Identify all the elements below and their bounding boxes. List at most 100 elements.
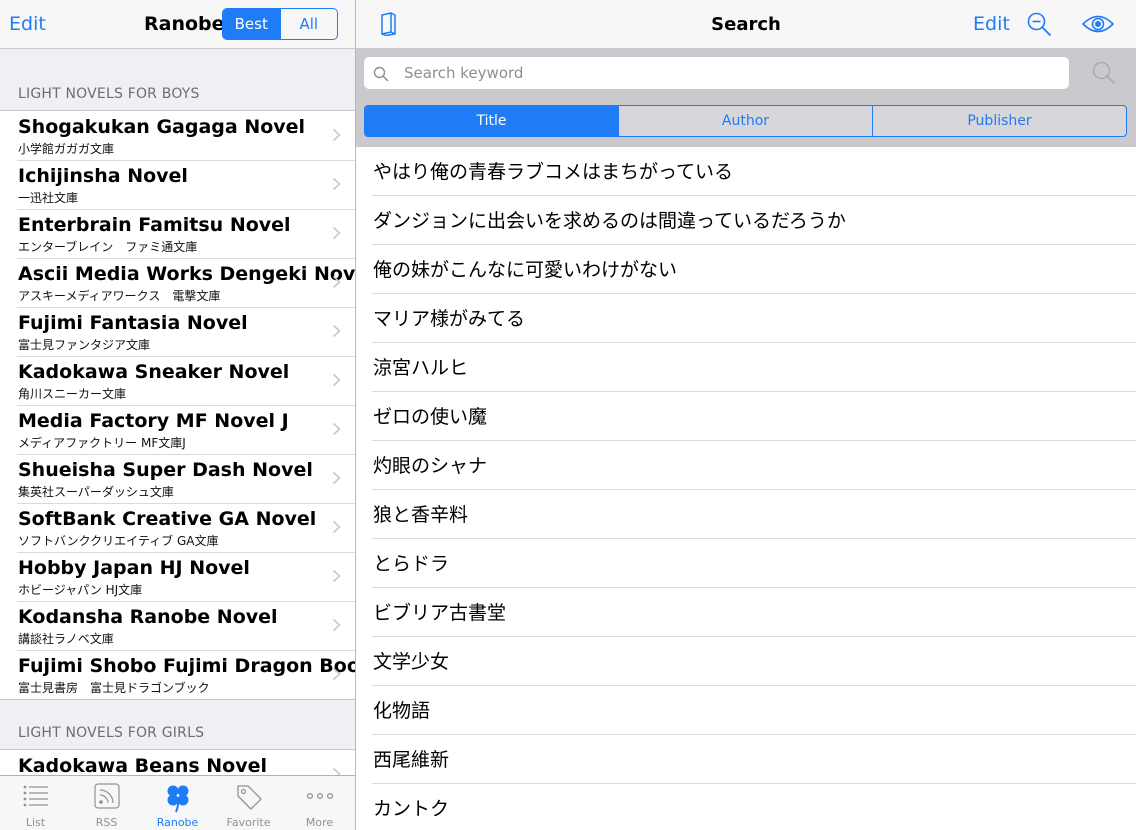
chevron-right-icon [332, 128, 341, 142]
search-result-title: ゼロの使い魔 [373, 406, 488, 428]
search-result-row[interactable]: 化物語 [356, 686, 1136, 735]
tab-label-list: List [25, 816, 46, 829]
chevron-right-icon [332, 618, 341, 632]
novel-item-subtitle: 講談社ラノベ文庫 [18, 632, 114, 646]
tab-label-ranobe: Ranobe [156, 816, 199, 829]
novel-list-item[interactable]: SoftBank Creative GA Novel ソフトバンククリエイティブ … [0, 503, 355, 552]
novel-list-item[interactable]: Fujimi Fantasia Novel 富士見ファンタジア文庫 [0, 307, 355, 356]
right-navigation-bar: Search Edit [356, 0, 1136, 49]
zoom-out-icon[interactable] [1026, 11, 1052, 37]
search-result-row[interactable]: 俺の妹がこんなに可愛いわけがない [356, 245, 1136, 294]
search-result-row[interactable]: ビブリア古書堂 [356, 588, 1136, 637]
segment-title[interactable]: Title [365, 106, 618, 136]
boys-novel-list: Shogakukan Gagaga Novel 小学館ガガガ文庫 Ichijinsh… [0, 110, 355, 700]
segment-best[interactable]: Best [223, 9, 280, 39]
search-result-row[interactable]: 灼眼のシャナ [356, 441, 1136, 490]
clover-icon [167, 785, 188, 813]
search-result-row[interactable]: 狼と香辛料 [356, 490, 1136, 539]
novel-item-title: Shueisha Super Dash Novel [18, 459, 313, 481]
search-result-row[interactable]: カントク [356, 784, 1136, 830]
search-placeholder: Search keyword [404, 64, 524, 82]
section-header-boys: LIGHT NOVELS FOR BOYS [18, 86, 200, 102]
eye-icon[interactable] [1082, 13, 1114, 35]
novel-item-subtitle: アスキーメディアワークス 電撃文庫 [18, 289, 221, 303]
left-nav-title: Ranobe [144, 13, 225, 35]
novel-list-item[interactable]: Hobby Japan HJ Novel ホビージャパン HJ文庫 [0, 552, 355, 601]
search-result-title: ビブリア古書堂 [373, 602, 507, 624]
search-result-row[interactable]: やはり俺の青春ラブコメはまちがっている [356, 147, 1136, 196]
search-result-row[interactable]: ゼロの使い魔 [356, 392, 1136, 441]
segment-author[interactable]: Author [618, 106, 872, 136]
tab-bar: List RSS Ranobe Favorite More [0, 775, 355, 830]
novel-item-title: Kadokawa Beans Novel [18, 755, 268, 777]
novel-item-title: Fujimi Shobo Fujimi Dragon Book [18, 655, 355, 677]
search-result-title: カントク [373, 798, 450, 820]
right-edit-button[interactable]: Edit [973, 13, 1010, 35]
left-edit-button[interactable]: Edit [9, 13, 46, 35]
chevron-right-icon [332, 471, 341, 485]
chevron-right-icon [332, 422, 341, 436]
tab-favorite[interactable]: Favorite [213, 776, 284, 830]
novel-item-title: Ichijinsha Novel [18, 165, 188, 187]
novel-item-title: Shogakukan Gagaga Novel [18, 116, 306, 138]
left-navigation-bar: Edit Ranobe Best All [0, 0, 355, 49]
novel-list-item[interactable]: Ascii Media Works Dengeki Novel アスキーメディアワ… [0, 258, 355, 307]
search-result-row[interactable]: 文学少女 [356, 637, 1136, 686]
search-area: Search keyword Title Author Publisher [356, 49, 1136, 147]
novel-list-item[interactable]: Shogakukan Gagaga Novel 小学館ガガガ文庫 [0, 111, 355, 160]
novel-item-title: SoftBank Creative GA Novel [18, 508, 317, 530]
novel-item-subtitle: 小学館ガガガ文庫 [18, 142, 115, 156]
tab-label-favorite: Favorite [226, 816, 271, 829]
tab-more[interactable]: More [284, 776, 355, 830]
tab-label-rss: RSS [95, 816, 118, 829]
novel-list-item[interactable]: Media Factory MF Novel J メディアファクトリー MF文庫J [0, 405, 355, 454]
search-result-title: ダンジョンに出会いを求めるのは間違っているだろうか [373, 210, 846, 232]
segment-publisher[interactable]: Publisher [872, 106, 1126, 136]
search-result-title: やはり俺の青春ラブコメはまちがっている [373, 161, 734, 183]
search-scope-segmented-control: Title Author Publisher [364, 105, 1127, 137]
search-result-title: とらドラ [373, 553, 450, 575]
novel-item-title: Media Factory MF Novel J [18, 410, 289, 432]
novel-list-item[interactable]: Fujimi Shobo Fujimi Dragon Book 富士見書房 富士見… [0, 650, 355, 699]
search-input[interactable]: Search keyword [364, 57, 1069, 89]
search-result-row[interactable]: ダンジョンに出会いを求めるのは間違っているだろうか [356, 196, 1136, 245]
search-result-row[interactable]: 涼宮ハルヒ [356, 343, 1136, 392]
search-result-title: 化物語 [373, 700, 431, 722]
novel-list-item[interactable]: Ichijinsha Novel 一迅社文庫 [0, 160, 355, 209]
novel-list-item[interactable]: Kadokawa Sneaker Novel 角川スニーカー文庫 [0, 356, 355, 405]
novel-item-subtitle: 角川スニーカー文庫 [18, 387, 127, 401]
left-pane: Edit Ranobe Best All LIGHT NOVELS FOR BO… [0, 0, 355, 830]
tab-rss[interactable]: RSS [71, 776, 142, 830]
chevron-right-icon [332, 520, 341, 534]
search-button-icon[interactable] [1091, 60, 1117, 86]
section-header-girls: LIGHT NOVELS FOR GIRLS [18, 725, 205, 741]
rss-icon [93, 783, 120, 809]
tab-ranobe[interactable]: Ranobe [142, 776, 213, 830]
search-icon [373, 66, 389, 82]
novel-item-subtitle: ホビージャパン HJ文庫 [18, 583, 143, 597]
novel-item-title: Kadokawa Sneaker Novel [18, 361, 290, 383]
novel-list-item[interactable]: Kodansha Ranobe Novel 講談社ラノベ文庫 [0, 601, 355, 650]
segment-all[interactable]: All [279, 9, 338, 39]
novel-item-subtitle: メディアファクトリー MF文庫J [18, 436, 186, 450]
search-result-row[interactable]: マリア様がみてる [356, 294, 1136, 343]
search-result-title: 涼宮ハルヒ [373, 357, 469, 379]
chevron-right-icon [332, 275, 341, 289]
novel-list-item[interactable]: Shueisha Super Dash Novel 集英社スーパーダッシュ文庫 [0, 454, 355, 503]
search-result-row[interactable]: 西尾維新 [356, 735, 1136, 784]
search-result-title: 文学少女 [373, 651, 450, 673]
search-result-title: 俺の妹がこんなに可愛いわけがない [373, 259, 678, 281]
novel-item-title: Ascii Media Works Dengeki Novel [18, 263, 355, 285]
chevron-right-icon [332, 226, 341, 240]
search-result-row[interactable]: とらドラ [356, 539, 1136, 588]
right-pane: Search Edit Search keyword Title Author … [356, 0, 1136, 830]
novel-item-title: Fujimi Fantasia Novel [18, 312, 248, 334]
novel-list-item[interactable]: Enterbrain Famitsu Novel エンターブレイン ファミ通文庫 [0, 209, 355, 258]
novel-item-title: Enterbrain Famitsu Novel [18, 214, 291, 236]
tab-list[interactable]: List [0, 776, 71, 830]
list-icon [23, 785, 48, 807]
novel-item-subtitle: ソフトバンククリエイティブ GA文庫 [18, 534, 219, 548]
best-all-segmented-control: Best All [222, 8, 338, 40]
search-result-title: 狼と香辛料 [373, 504, 469, 526]
search-result-title: 灼眼のシャナ [373, 455, 488, 477]
